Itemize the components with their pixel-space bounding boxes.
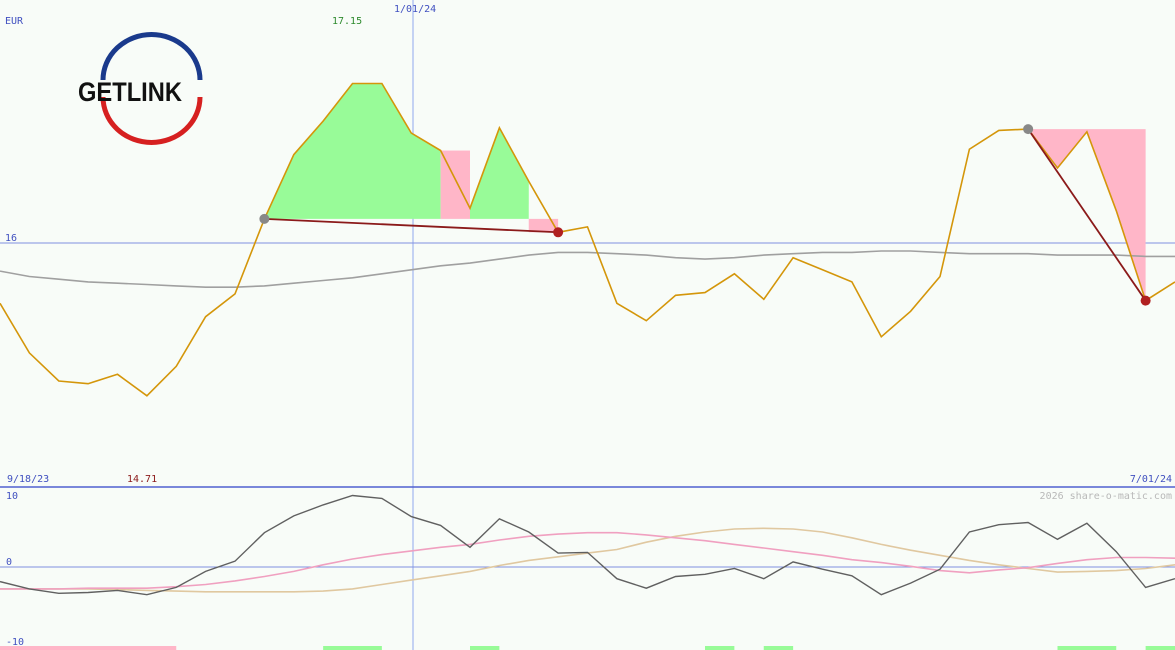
- oscillator-max-label: 10: [6, 491, 18, 502]
- oscillator-signal-tan: [0, 527, 1175, 593]
- price-line: [0, 82, 1175, 397]
- currency-label: EUR: [5, 16, 24, 27]
- end-date-label: 7/01/24: [1130, 474, 1172, 485]
- mid-date-label: 1/01/24: [394, 4, 436, 15]
- signal-bar-4: [763, 646, 794, 650]
- trend-line-1-start-dot: [259, 213, 270, 224]
- trend-line-1-end-dot: [553, 227, 564, 238]
- gain-fill-2: [470, 127, 529, 219]
- gain-fill-1: [264, 83, 441, 219]
- signal-bar-5: [1057, 646, 1117, 650]
- signal-bar-2: [470, 646, 500, 650]
- signal-bar-0: [0, 646, 177, 650]
- watermark: 2026 share-o-matic.com: [1040, 491, 1172, 502]
- max-price-label: 17.15: [332, 16, 362, 27]
- signal-bars: [0, 646, 1175, 650]
- getlink-logo: GETLINK: [78, 32, 203, 145]
- signal-bar-1: [323, 646, 382, 650]
- oscillator-signal-pink: [0, 531, 1175, 590]
- ref-level-label: 16: [5, 233, 17, 244]
- oscillator-main-line: [0, 494, 1175, 596]
- signal-bar-3: [705, 646, 735, 650]
- pattern-fills: [264, 83, 1146, 301]
- trend-line-2-end-dot: [1140, 295, 1151, 306]
- trend-line-2-start-dot: [1023, 124, 1034, 135]
- trend-line-1: [264, 217, 559, 234]
- oscillator-min-label: -10: [6, 637, 24, 648]
- signal-bar-6: [1145, 646, 1175, 650]
- oscillator-zero-label: 0: [6, 557, 12, 568]
- stock-chart: GETLINK EUR 17.15 1/01/24 16 9/18/23 14.…: [0, 0, 1175, 650]
- moving-average-line: [0, 250, 1175, 288]
- svg-text:GETLINK: GETLINK: [78, 77, 182, 107]
- min-price-label: 14.71: [127, 474, 157, 485]
- start-date-label: 9/18/23: [7, 474, 49, 485]
